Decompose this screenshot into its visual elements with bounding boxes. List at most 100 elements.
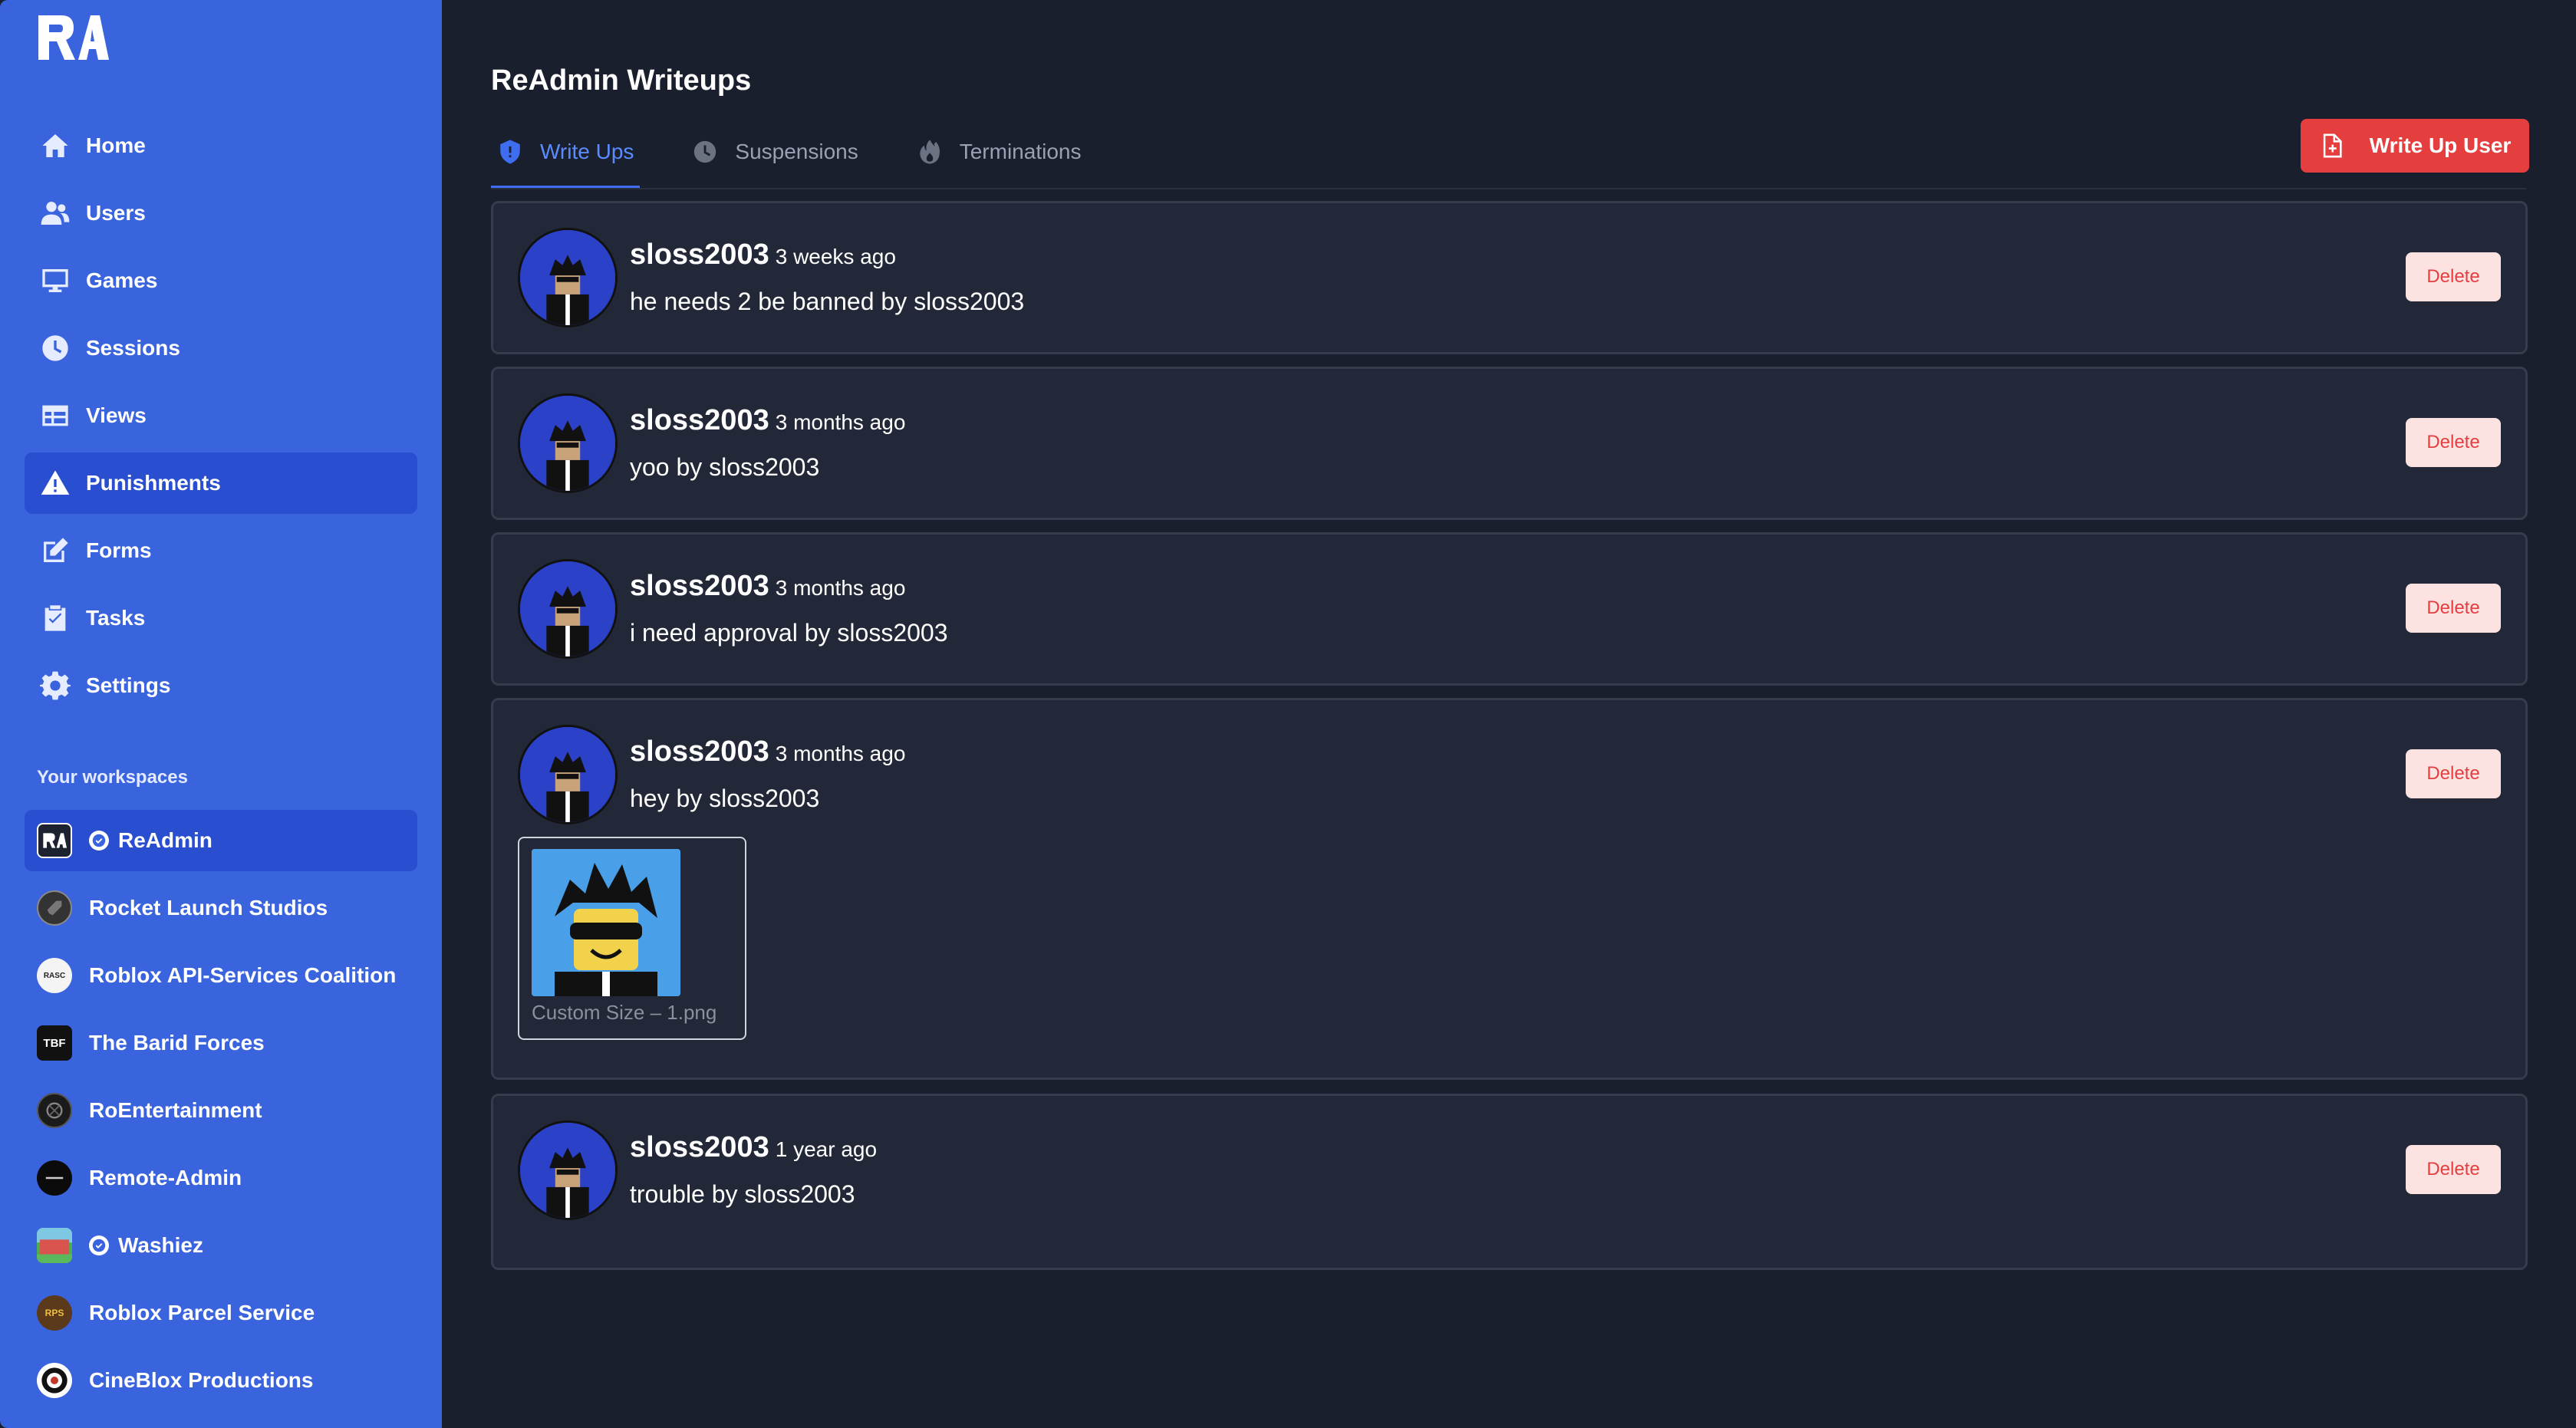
nav-item-forms[interactable]: Forms [25,520,417,581]
writeup-username[interactable]: sloss2003 [630,1131,769,1163]
nav-label: Games [86,268,158,292]
verified-badge-icon [89,831,109,851]
workspace-label: Washiez [118,1233,203,1257]
workspace-label: Roblox API-Services Coalition [89,963,397,987]
table-icon [38,399,72,433]
page-title: ReAdmin Writeups [491,64,752,97]
nav-item-views[interactable]: Views [25,385,417,446]
home-icon [38,129,72,163]
workspace-item-rocket-launch-studios[interactable]: Rocket Launch Studios [25,877,417,939]
workspace-label: Rocket Launch Studios [89,896,328,920]
workspace-icon [37,890,72,926]
writeup-card: sloss2003 3 months ago hey by sloss2003 D… [491,698,2528,1080]
writeup-header: sloss2003 3 months ago [630,570,905,603]
workspace-item-washiez[interactable]: Washiez [25,1215,417,1276]
nav-label: Forms [86,538,152,562]
clock-icon [38,331,72,365]
nav-item-tasks[interactable]: Tasks [25,587,417,649]
writeup-text: yoo by sloss2003 [630,453,820,481]
workspace-icon [37,1363,72,1398]
tab-label: Suspensions [735,140,858,163]
tab-label: Write Ups [540,140,634,163]
warning-icon [38,466,72,500]
workspace-item-roblox-parcel-service[interactable]: RPS Roblox Parcel Service [25,1282,417,1344]
delete-button[interactable]: Delete [2406,749,2501,798]
nav-item-settings[interactable]: Settings [25,655,417,716]
nav-label: Tasks [86,606,146,630]
app-logo[interactable] [35,12,109,63]
writeup-time: 3 months ago [775,576,906,600]
workspace-icon: RPS [37,1295,72,1331]
nav-item-games[interactable]: Games [25,250,417,311]
user-avatar[interactable] [518,228,618,327]
user-avatar[interactable] [518,559,618,659]
writeup-time: 3 months ago [775,742,906,765]
nav-label: Punishments [86,471,221,495]
nav-item-sessions[interactable]: Sessions [25,318,417,379]
nav-label: Views [86,403,147,427]
clipboard-icon [38,601,72,635]
writeup-text: he needs 2 be banned by sloss2003 [630,288,1025,315]
nav-label: Home [86,133,146,157]
user-avatar[interactable] [518,725,618,824]
tab-label: Terminations [959,140,1082,163]
writeup-time: 1 year ago [775,1137,878,1161]
workspace-icon: RASC [37,958,72,993]
attachment-preview[interactable]: Custom Size – 1.png [518,837,746,1040]
write-up-user-button[interactable]: Write Up User [2301,119,2529,173]
workspace-item-roentertainment[interactable]: RoEntertainment [25,1080,417,1141]
tab-write-ups[interactable]: Write Ups [491,123,641,189]
nav-item-users[interactable]: Users [25,183,417,244]
tab-bar: Write Ups Suspensions Terminations [491,123,1133,189]
delete-button[interactable]: Delete [2406,1145,2501,1194]
workspace-item-barid-forces[interactable]: TBF The Barid Forces [25,1012,417,1074]
tab-terminations[interactable]: Terminations [911,123,1088,189]
nav-label: Settings [86,673,171,697]
writeup-username[interactable]: sloss2003 [630,239,769,271]
delete-button[interactable]: Delete [2406,252,2501,301]
main-content: ReAdmin Writeups Write Ups Suspensions T… [442,0,2576,1428]
tab-suspensions[interactable]: Suspensions [686,123,864,189]
workspace-item-readmin[interactable]: ReAdmin [25,810,417,871]
clock-icon [694,140,716,163]
workspace-icon [37,1093,72,1128]
workspace-icon: TBF [37,1025,72,1061]
main-nav: Home Users Games Sessions Views Punishme… [25,115,417,722]
workspace-icon [37,1228,72,1263]
workspace-item-remote-admin[interactable]: Remote-Admin [25,1147,417,1209]
writeup-username[interactable]: sloss2003 [630,570,769,602]
writeup-card: sloss2003 3 months ago yoo by sloss2003 D… [491,367,2528,520]
writeup-text: i need approval by sloss2003 [630,619,948,647]
workspace-item-roblox-api-services[interactable]: RASC Roblox API-Services Coalition [25,945,417,1006]
user-avatar[interactable] [518,1120,618,1220]
nav-item-home[interactable]: Home [25,115,417,176]
writeup-card: sloss2003 1 year ago trouble by sloss2003… [491,1094,2528,1270]
attachment-thumbnail [532,849,680,996]
user-avatar[interactable] [518,393,618,493]
nav-label: Sessions [86,336,180,360]
document-plus-icon [2323,133,2342,158]
workspaces-heading: Your workspaces [37,767,188,788]
writeup-card: sloss2003 3 months ago i need approval by… [491,532,2528,686]
attachment-filename: Custom Size – 1.png [532,1001,717,1024]
writeup-username[interactable]: sloss2003 [630,404,769,436]
writeup-text: hey by sloss2003 [630,785,820,812]
writeup-time: 3 weeks ago [775,245,896,268]
workspace-label: The Barid Forces [89,1031,265,1055]
writeup-header: sloss2003 3 weeks ago [630,239,896,271]
workspace-label: CineBlox Productions [89,1368,314,1392]
writeup-header: sloss2003 3 months ago [630,404,905,437]
nav-label: Users [86,201,146,225]
writeup-username[interactable]: sloss2003 [630,735,769,768]
workspace-icon [37,823,72,858]
writeup-card: sloss2003 3 weeks ago he needs 2 be banne… [491,201,2528,354]
shield-icon [500,140,520,164]
delete-button[interactable]: Delete [2406,584,2501,633]
gear-icon [38,669,72,702]
verified-badge-icon [89,1236,109,1255]
monitor-icon [38,264,72,298]
workspace-label: Roblox Parcel Service [89,1301,315,1324]
workspace-item-cineblox-productions[interactable]: CineBlox Productions [25,1350,417,1411]
nav-item-punishments[interactable]: Punishments [25,452,417,514]
delete-button[interactable]: Delete [2406,418,2501,467]
